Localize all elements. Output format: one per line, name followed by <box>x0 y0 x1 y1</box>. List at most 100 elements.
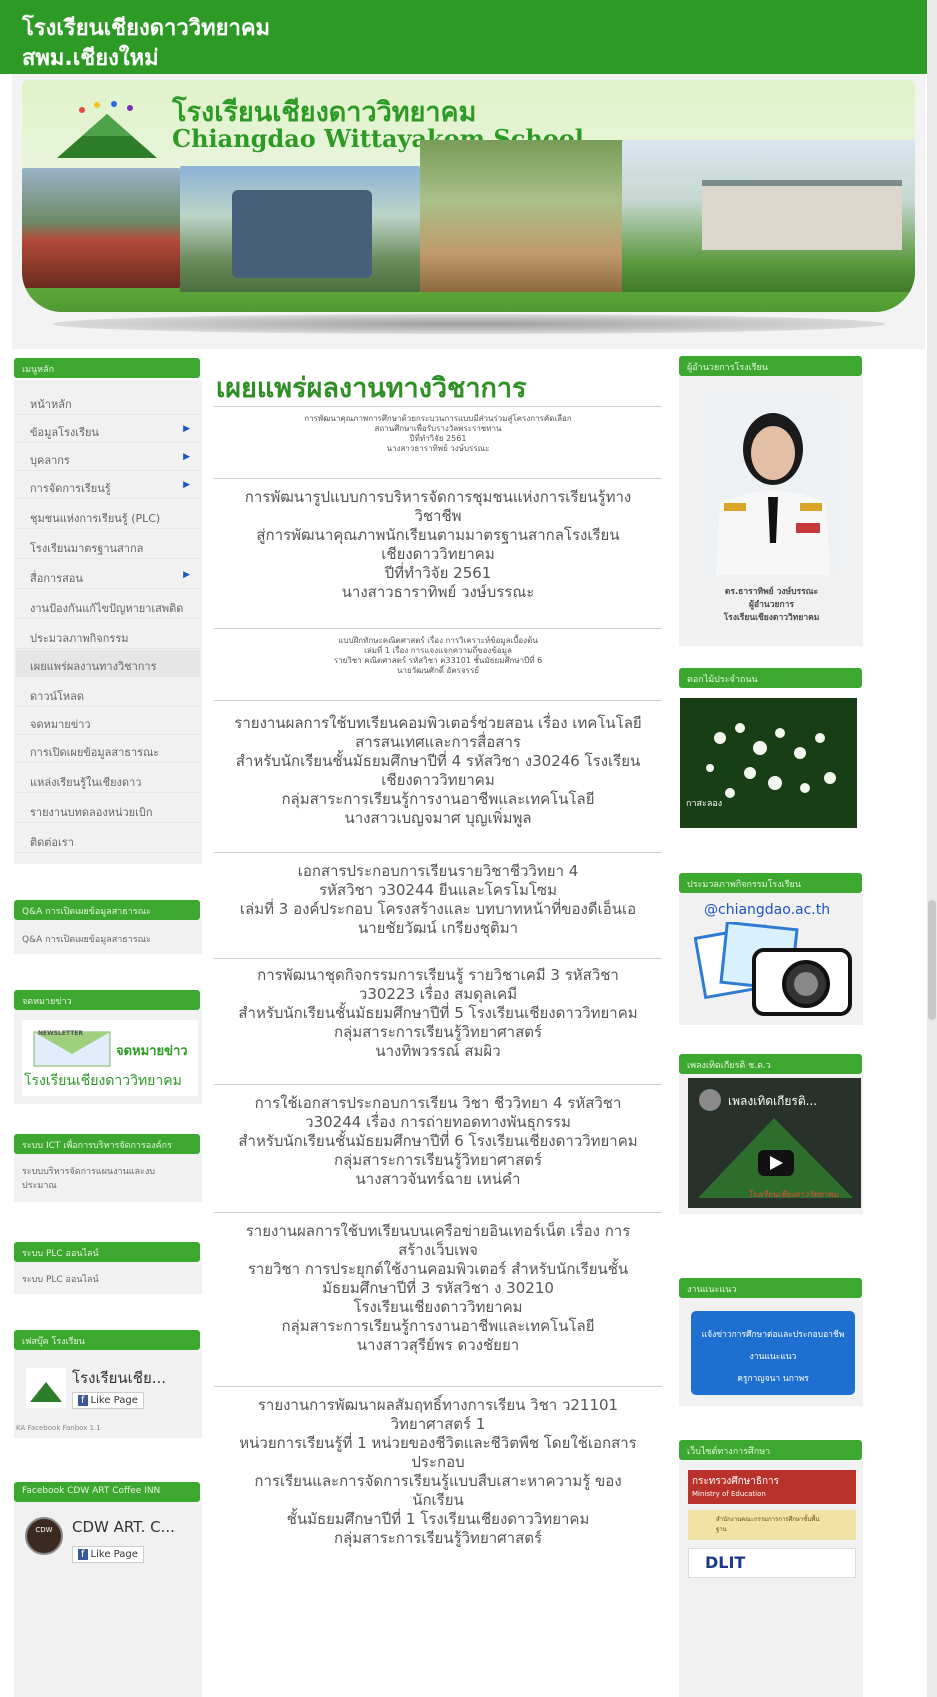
guidance-line: งานแนะแนว <box>749 1352 797 1362</box>
menu-item-academic-works[interactable]: เผยแพร่ผลงานทางวิชาการ <box>16 650 200 677</box>
video-heading: เพลงเทิดเกียรติ ช.ด.ว <box>679 1054 862 1074</box>
ict-link[interactable]: ระบบบริหารจัดการแผนงานและงบประมาณ <box>22 1164 172 1192</box>
work-item[interactable]: รายงานการพัฒนาผลสัมฤทธิ์ทางการเรียน วิชา… <box>214 1396 662 1548</box>
menu-item-label: แหล่งเรียนรู้ในเชียงดาว <box>30 776 142 789</box>
flower-heading: ดอกไม้ประจำถนน <box>679 668 862 688</box>
work-line: นายวัฒนศักดิ์ อัครจรรย์ <box>397 666 479 675</box>
work-item-small[interactable]: แบบฝึกทักษะคณิตศาสตร์ เรื่อง การวิเคราะห… <box>214 636 662 676</box>
flower-photo: กาสะลอง <box>680 698 857 828</box>
facebook-page-name[interactable]: โรงเรียนเชีย... <box>72 1366 166 1390</box>
work-line: กลุ่มสาระการเรียนรู้การงานอาชีพและเทคโนโ… <box>281 1317 595 1335</box>
menu-item-contact[interactable]: ติดต่อเรา <box>16 826 200 853</box>
mountain-logo-icon <box>57 101 157 158</box>
vertical-scrollbar[interactable] <box>927 0 937 1697</box>
cdw-page-name[interactable]: CDW ART. C... <box>72 1518 175 1536</box>
menu-item-label: บุคลากร <box>30 454 70 467</box>
work-line: สถานศึกษาเพื่อรับรางวัลพระราชทาน <box>374 424 502 433</box>
facebook-like-button[interactable]: f Like Page <box>72 1392 144 1409</box>
cdw-heading: Facebook CDW ART Coffee INN <box>14 1482 200 1502</box>
menu-item-learning[interactable]: การจัดการเรียนรู้ ▶ <box>16 472 200 499</box>
menu-item-label: ข้อมูลโรงเรียน <box>30 426 99 439</box>
newsletter-badge: NEWSLETTER <box>38 1030 84 1037</box>
fanbox-caption: KA Facebook Fanbox 1.1 <box>16 1424 101 1432</box>
guidance-line: ครูกาญจนา นกาพร <box>737 1374 809 1384</box>
menu-item-label: งานป้องกันแก้ไขปัญหายาเสพติด <box>30 602 184 615</box>
work-line: การพัฒนารูปแบบการบริหารจัดการชุมชนแห่งกา… <box>244 488 632 506</box>
menu-item-newsletter[interactable]: จดหมายข่าว <box>16 708 200 735</box>
menu-item-label: การเปิดเผยข้อมูลสาธารณะ <box>30 746 160 759</box>
moe-title: กระทรวงศึกษาธิการ <box>692 1476 780 1487</box>
work-line: กลุ่มสาระการเรียนรู้วิทยาศาสตร์ <box>333 1023 543 1041</box>
gallery-site[interactable]: @chiangdao.ac.th <box>704 902 830 918</box>
work-line: การพัฒนาชุดกิจกรรมการเรียนรู้ รายวิชาเคม… <box>257 966 619 984</box>
work-line: กลุ่มสาระการเรียนรู้วิทยาศาสตร์ <box>333 1151 543 1169</box>
work-line: เชียงดาววิทยาคม <box>381 545 495 563</box>
banner-image: โรงเรียนเชียงดาววิทยาคม Chiangdao Wittay… <box>22 80 915 312</box>
work-line: เอกสารประกอบการเรียนรายวิชาชีววิทยา 4 <box>297 862 579 880</box>
menu-item-plc[interactable]: ชุมชนแห่งการเรียนรู้ (PLC) <box>16 502 200 529</box>
guidance-heading: งานแนะแนว <box>679 1278 862 1298</box>
work-item[interactable]: การใช้เอกสารประกอบการเรียน วิชา ชีววิทยา… <box>214 1094 662 1189</box>
caret-right-icon: ▶ <box>183 452 190 462</box>
menu-item-drug-prevention[interactable]: งานป้องกันแก้ไขปัญหายาเสพติด <box>16 592 200 619</box>
dlit-link[interactable]: DLIT <box>688 1548 856 1578</box>
camera-icon <box>694 922 852 1016</box>
work-line: รายงานผลการใช้บทเรียนบนเครือข่ายอินเทอร์… <box>245 1222 631 1240</box>
school-building <box>702 180 902 250</box>
guidance-button[interactable]: แจ้งข่าวการศึกษาต่อและประกอบอาชีพ งานแนะ… <box>691 1311 855 1395</box>
menu-item-personnel[interactable]: บุคลากร ▶ <box>16 444 200 471</box>
photo-dancers <box>22 168 180 288</box>
school-logo-icon <box>26 1368 66 1408</box>
newsletter-title: จดหมายข่าว <box>116 1044 188 1059</box>
plc-link[interactable]: ระบบ PLC ออนไลน์ <box>22 1272 99 1286</box>
menu-item-label: รายงานบทดลองหน่วยเบิก <box>30 806 153 819</box>
work-line: ประกอบ <box>411 1453 465 1471</box>
menu-item-international[interactable]: โรงเรียนมาตรฐานสากล <box>16 532 200 559</box>
menu-item-download[interactable]: ดาวน์โหลด <box>16 680 200 707</box>
work-line: เชียงดาววิทยาคม <box>381 771 495 789</box>
moe-link[interactable]: กระทรวงศึกษาธิการ Ministry of Education <box>688 1470 856 1504</box>
menu-item-teaching-media[interactable]: สื่อการสอน ▶ <box>16 562 200 589</box>
work-line: รหัสวิชา ว30244 ยีนและโครโมโซม <box>319 881 557 899</box>
work-item[interactable]: เอกสารประกอบการเรียนรายวิชาชีววิทยา 4 รห… <box>214 862 662 938</box>
menu-item-label: จดหมายข่าว <box>30 718 91 731</box>
newsletter-banner[interactable]: NEWSLETTER จดหมายข่าว โรงเรียนเชียงดาววิ… <box>22 1020 198 1096</box>
scrollbar-thumb[interactable] <box>928 900 936 1020</box>
menu-item-public-info[interactable]: การเปิดเผยข้อมูลสาธารณะ <box>16 736 200 763</box>
menu-item-activities[interactable]: ประมวลภาพกิจกรรม <box>16 622 200 649</box>
cdw-like-button[interactable]: f Like Page <box>72 1546 144 1563</box>
menu-item-local-learning[interactable]: แหล่งเรียนรู้ในเชียงดาว <box>16 766 200 793</box>
menu-item-report[interactable]: รายงานบทดลองหน่วยเบิก <box>16 796 200 823</box>
work-line: กลุ่มสาระการเรียนรู้การงานอาชีพและเทคโนโ… <box>281 790 595 808</box>
video-player[interactable]: เพลงเทิดเกียรติ... โรงเรียนเชียงดาววิทยา… <box>688 1078 861 1208</box>
divider <box>214 406 662 407</box>
work-line: นักเรียน <box>412 1491 464 1509</box>
work-line: นางสาวเบญจมาศ บุญเพิ่มพูล <box>344 809 532 827</box>
flower-caption: กาสะลอง <box>686 799 723 809</box>
divider <box>214 700 662 701</box>
work-line: สู่การพัฒนาคุณภาพนักเรียนตามมาตรฐานสากลโ… <box>256 526 620 544</box>
work-item[interactable]: การพัฒนารูปแบบการบริหารจัดการชุมชนแห่งกา… <box>214 488 662 602</box>
menu-item-label: การจัดการเรียนรู้ <box>30 482 111 495</box>
divider <box>214 478 662 479</box>
work-item[interactable]: รายงานผลการใช้บทเรียนบนเครือข่ายอินเทอร์… <box>214 1222 662 1355</box>
work-item[interactable]: การพัฒนาชุดกิจกรรมการเรียนรู้ รายวิชาเคม… <box>214 966 662 1061</box>
menu-item-label: โรงเรียนมาตรฐานสากล <box>30 542 144 555</box>
qa-link[interactable]: Q&A การเปิดเผยข้อมูลสาธารณะ <box>22 932 151 946</box>
director-name: ดร.ธาราทิพย์ วงษ์บรรณะ <box>724 587 819 597</box>
work-line: ปีที่ทำวิจัย 2561 <box>384 564 492 582</box>
caret-right-icon: ▶ <box>183 480 190 490</box>
work-line: ว30244 เรื่อง การถ่ายทอดทางพันธุกรรม <box>305 1113 571 1131</box>
caret-right-icon: ▶ <box>183 424 190 434</box>
portrait-figure-icon <box>706 393 840 575</box>
edu-links-heading: เว็บไซต์ทางการศึกษา <box>679 1440 862 1460</box>
menu-item-home[interactable]: หน้าหลัก <box>16 388 200 415</box>
menu-item-school-info[interactable]: ข้อมูลโรงเรียน ▶ <box>16 416 200 443</box>
banner-area: โรงเรียนเชียงดาววิทยาคม Chiangdao Wittay… <box>12 74 925 349</box>
obec-link[interactable]: สำนักงานคณะกรรมการการศึกษาขั้นพื้นฐาน <box>688 1510 856 1540</box>
work-item-small[interactable]: การพัฒนาคุณภาพการศึกษาด้วยกระบวนการแบบมี… <box>214 414 662 454</box>
school-sign <box>232 190 372 278</box>
work-line: รายวิชา คณิตศาสตร์ รหัสวิชา ค33101 ชั้นม… <box>333 656 543 665</box>
work-item[interactable]: รายงานผลการใช้บทเรียนคอมพิวเตอร์ช่วยสอน … <box>214 714 662 828</box>
menu-item-label: ชุมชนแห่งการเรียนรู้ (PLC) <box>30 512 161 525</box>
